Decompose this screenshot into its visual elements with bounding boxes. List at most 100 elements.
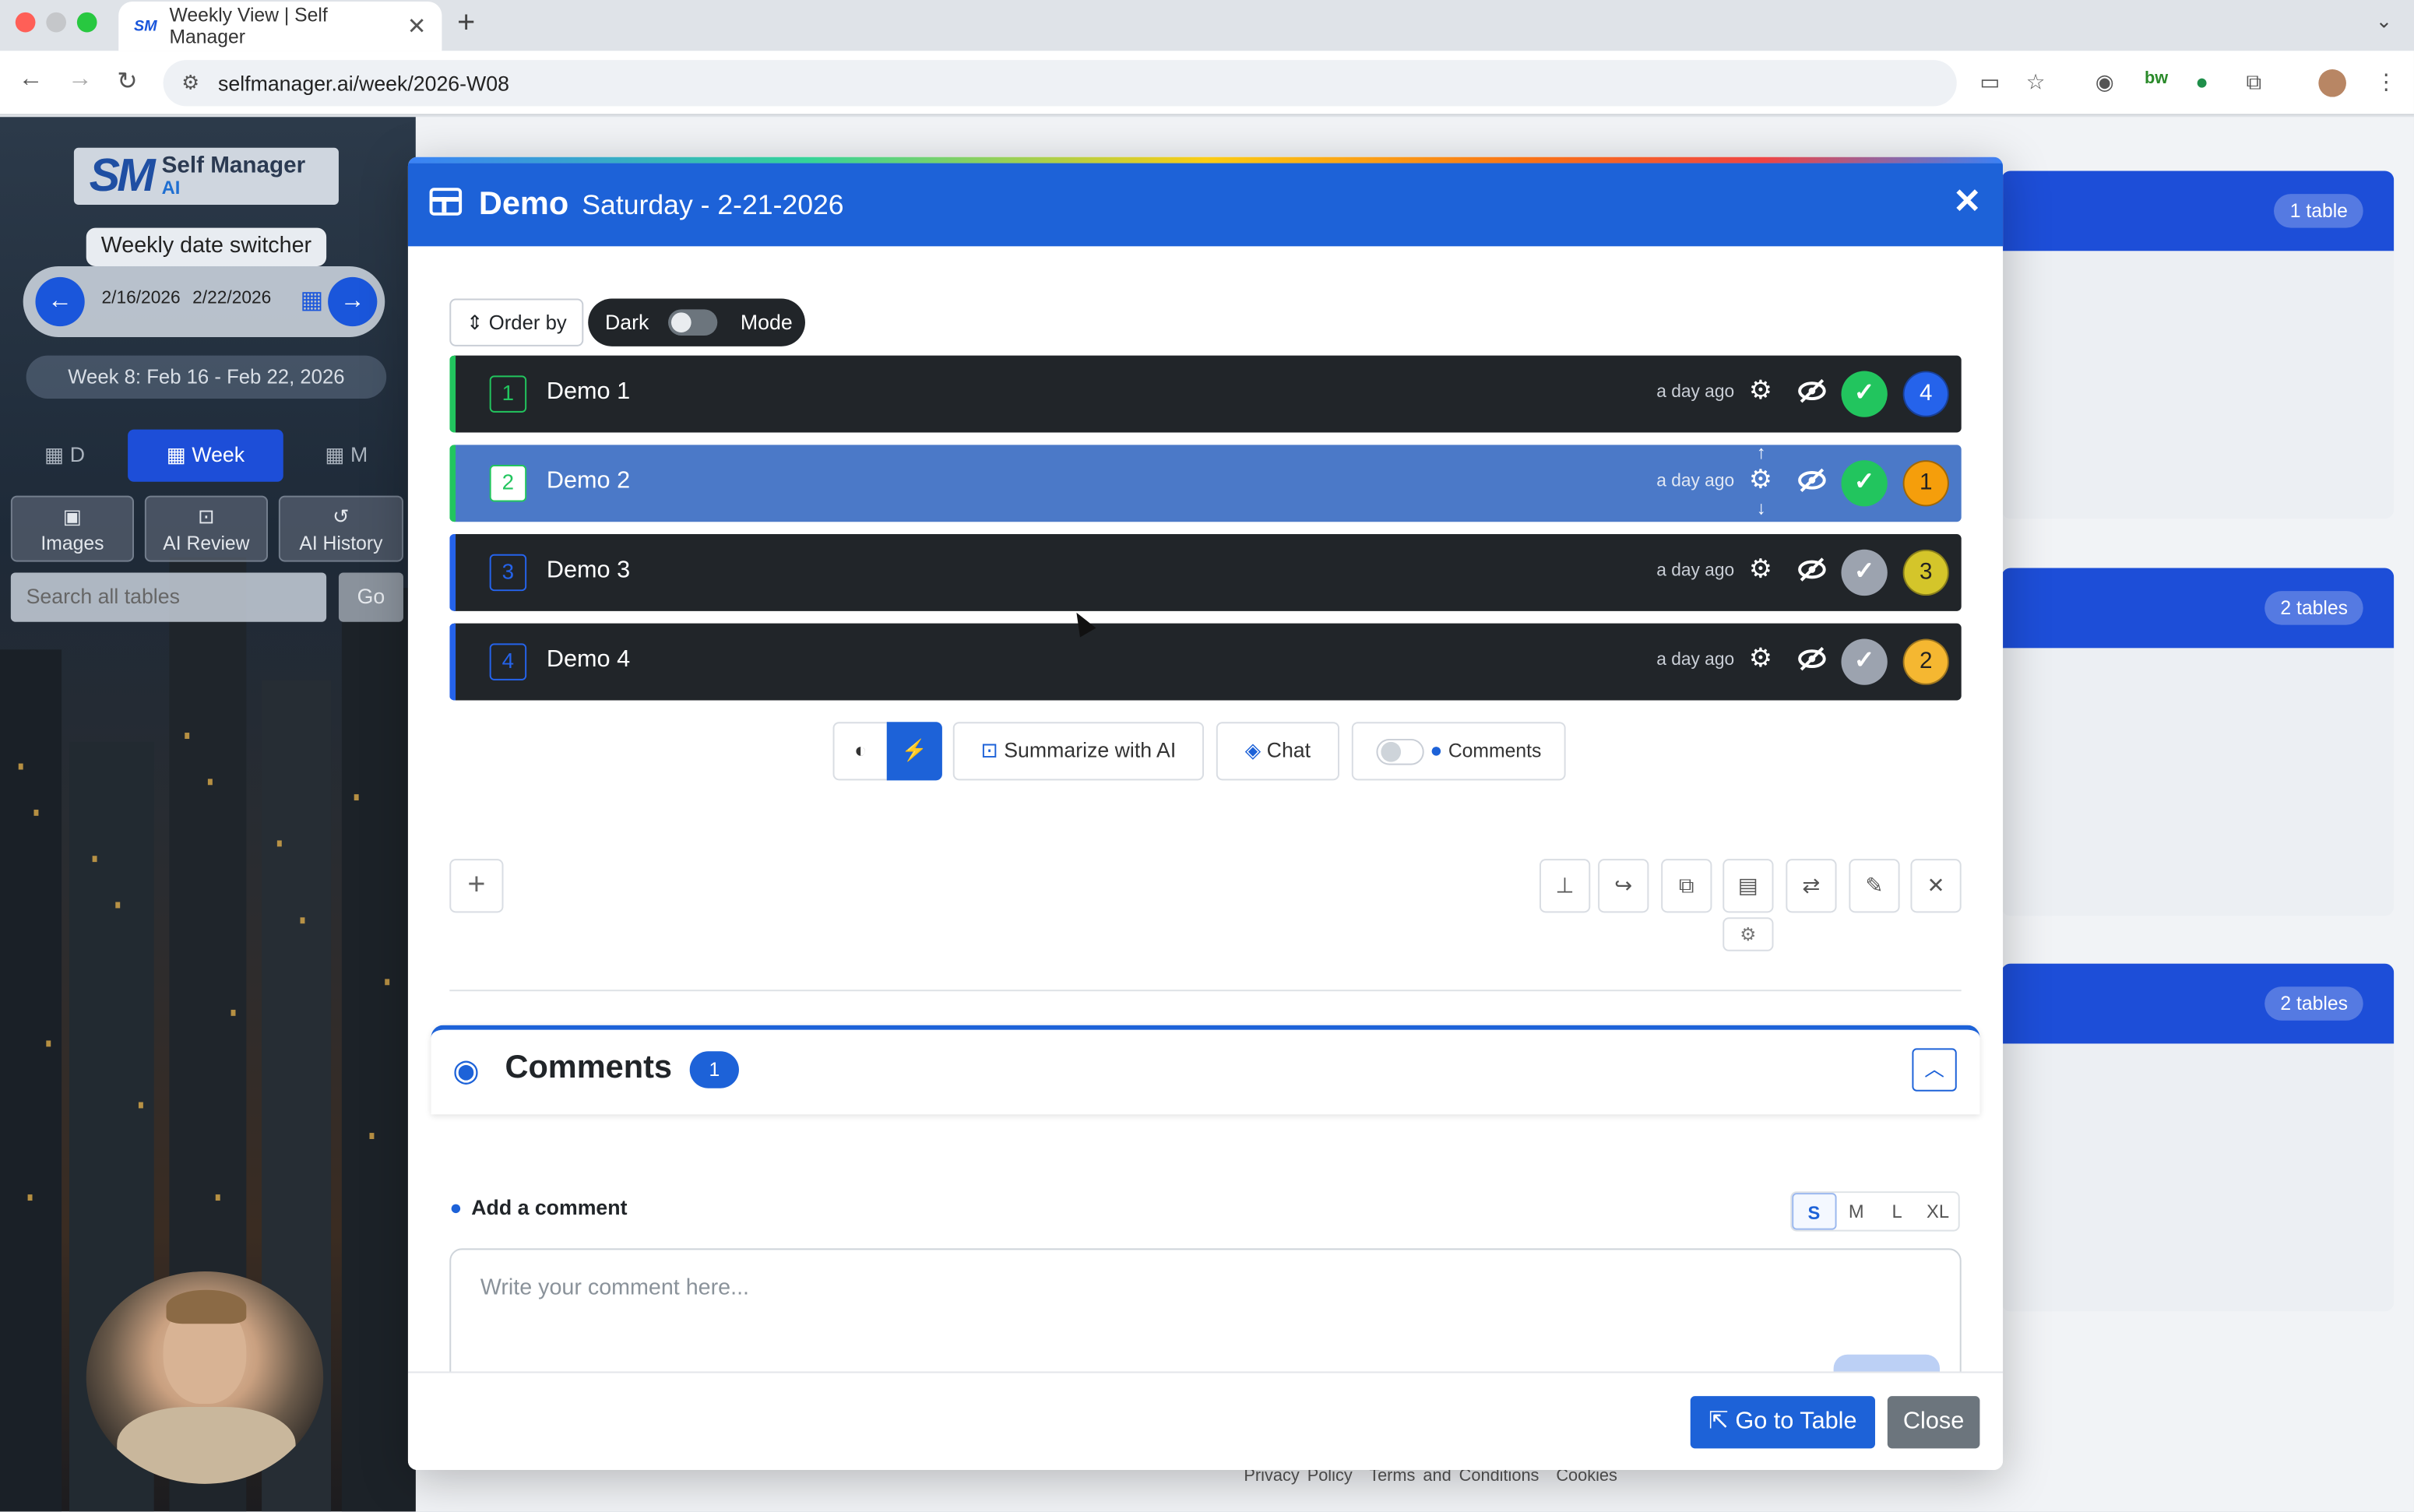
- background-day-card[interactable]: 2 tables: [2001, 568, 2395, 916]
- size-s-option[interactable]: S: [1792, 1193, 1836, 1230]
- priority-badge[interactable]: 4: [1902, 371, 1949, 417]
- complete-check-button[interactable]: ✓: [1841, 638, 1888, 685]
- collapse-comments-button[interactable]: ︿: [1912, 1048, 1957, 1092]
- row-title[interactable]: Demo 4: [547, 646, 630, 674]
- comments-toggle[interactable]: ● Comments: [1351, 722, 1566, 781]
- complete-check-button[interactable]: ✓: [1841, 371, 1888, 417]
- back-arrow-icon[interactable]: ←: [19, 66, 44, 94]
- size-xl-option[interactable]: XL: [1917, 1193, 1958, 1229]
- robot-icon: ⊡: [198, 505, 215, 529]
- search-go-button[interactable]: Go: [338, 572, 403, 622]
- row-settings-icon[interactable]: ⚙: [1749, 375, 1772, 406]
- row-title[interactable]: Demo 3: [547, 557, 630, 585]
- drag-handle-down-icon[interactable]: ↓: [1757, 498, 1766, 519]
- complete-check-button[interactable]: ✓: [1841, 460, 1888, 507]
- table-row[interactable]: 1 Demo 1 a day ago ⚙ ✓ 4: [449, 355, 1962, 433]
- forward-arrow-icon[interactable]: →: [68, 66, 93, 94]
- copy-to-button[interactable]: ▤: [1723, 859, 1774, 913]
- table-row[interactable]: 4 Demo 4 a day ago ⚙ ✓ 2: [449, 623, 1962, 701]
- tab-month[interactable]: ▦ M: [301, 430, 393, 482]
- camera-icon[interactable]: ◉: [2096, 69, 2114, 96]
- duplicate-button[interactable]: ⧉: [1661, 859, 1712, 913]
- summarize-ai-button[interactable]: ⊡ Summarize with AI: [952, 722, 1205, 781]
- previous-week-button[interactable]: ←: [35, 276, 85, 327]
- maximize-window-button[interactable]: [76, 12, 97, 33]
- dark-mode-switch[interactable]: [668, 309, 718, 336]
- browser-tab[interactable]: SM Weekly View | Self Manager ✕: [118, 1, 442, 51]
- site-settings-icon[interactable]: ⚙: [181, 71, 199, 96]
- dark-mode-toggle[interactable]: Dark Mode: [588, 298, 805, 346]
- install-app-icon[interactable]: ▭: [1979, 69, 2000, 96]
- move-button[interactable]: ⇄: [1786, 859, 1837, 913]
- calendar-month-icon: ▦: [325, 443, 351, 467]
- ai-review-button[interactable]: ⊡ AI Review: [144, 495, 268, 562]
- date-switcher-label: Weekly date switcher: [86, 227, 327, 267]
- quick-mode-button[interactable]: ⚡: [886, 722, 942, 781]
- search-all-tables-input[interactable]: Search all tables: [10, 572, 327, 622]
- share-icon: ↪: [1614, 872, 1633, 898]
- end-date-field[interactable]: 2/22/2026: [192, 290, 271, 308]
- modal-close-icon[interactable]: ✕: [1953, 181, 1981, 221]
- complete-check-button[interactable]: ✓: [1841, 549, 1888, 596]
- mode-label: Mode: [740, 311, 793, 335]
- close-button[interactable]: Close: [1887, 1396, 1980, 1449]
- tab-week[interactable]: ▦ Week: [128, 429, 283, 482]
- edit-button[interactable]: ✎: [1849, 859, 1900, 913]
- new-tab-button[interactable]: +: [457, 6, 475, 41]
- hide-eye-slash-icon[interactable]: [1795, 463, 1828, 505]
- comments-switch[interactable]: [1376, 738, 1424, 765]
- row-settings-icon[interactable]: ⚙: [1749, 554, 1772, 585]
- table-settings-button[interactable]: ⚙: [1723, 917, 1774, 951]
- extension-bw-icon[interactable]: bw: [2145, 69, 2168, 88]
- hide-eye-slash-icon[interactable]: [1795, 553, 1828, 594]
- start-date-field[interactable]: 2/16/2026: [101, 290, 180, 308]
- background-day-card[interactable]: 1 table: [2001, 171, 2395, 519]
- order-by-button[interactable]: ⇕ Order by: [449, 298, 584, 346]
- minimize-window-button[interactable]: [46, 12, 67, 33]
- calendar-icon[interactable]: ▦: [301, 285, 324, 316]
- delete-button[interactable]: ✕: [1910, 859, 1962, 913]
- week-label: Week 8: Feb 16 - Feb 22, 2026: [26, 355, 387, 399]
- close-window-button[interactable]: [15, 12, 36, 33]
- share-button[interactable]: ↪: [1598, 859, 1649, 913]
- table-row[interactable]: 2 Demo 2 a day ago ⚙ ✓ 1 ↑ ↓: [449, 441, 1962, 522]
- row-title[interactable]: Demo 1: [547, 378, 630, 406]
- close-tab-icon[interactable]: ✕: [407, 12, 427, 40]
- background-day-card[interactable]: 2 tables: [2001, 963, 2395, 1312]
- next-week-button[interactable]: →: [328, 276, 378, 327]
- row-settings-icon[interactable]: ⚙: [1749, 465, 1772, 496]
- row-settings-icon[interactable]: ⚙: [1749, 643, 1772, 674]
- priority-badge[interactable]: 1: [1902, 460, 1949, 507]
- row-timestamp: a day ago: [1656, 651, 1735, 670]
- tab-list-chevron-icon[interactable]: ⌄: [2376, 9, 2393, 34]
- brain-button[interactable]: ◐: [832, 722, 889, 781]
- size-m-option[interactable]: M: [1836, 1193, 1877, 1229]
- go-to-table-button[interactable]: ⇱ Go to Table: [1690, 1396, 1875, 1449]
- tab-day[interactable]: ▦ D: [19, 430, 111, 482]
- table-modal: Demo Saturday - 2-21-2026 ✕ ⇕ Order by D…: [407, 156, 2004, 1471]
- add-row-button[interactable]: +: [449, 859, 504, 913]
- grammarly-icon[interactable]: ●: [2195, 69, 2208, 94]
- dark-label: Dark: [604, 311, 649, 335]
- profile-avatar[interactable]: [2318, 69, 2346, 97]
- hide-eye-slash-icon[interactable]: [1795, 642, 1828, 683]
- comment-textarea[interactable]: Write your comment here...: [449, 1248, 1962, 1387]
- bookmark-star-icon[interactable]: ☆: [2026, 69, 2046, 96]
- pin-button[interactable]: ⊥: [1540, 859, 1591, 913]
- table-row[interactable]: 3 Demo 3 a day ago ⚙ ✓ 3: [449, 534, 1962, 611]
- size-l-option[interactable]: L: [1877, 1193, 1917, 1229]
- row-title[interactable]: Demo 2: [547, 468, 630, 496]
- chat-button[interactable]: ◈ Chat: [1216, 722, 1339, 781]
- ai-history-button[interactable]: ↺ AI History: [278, 495, 403, 562]
- browser-menu-icon[interactable]: ⋮: [2376, 69, 2398, 96]
- address-bar[interactable]: ⚙ selfmanager.ai/week/2026-W08: [163, 60, 1957, 107]
- priority-badge[interactable]: 2: [1902, 638, 1949, 685]
- images-button[interactable]: ▣ Images: [10, 495, 134, 562]
- priority-badge[interactable]: 3: [1902, 549, 1949, 596]
- reload-icon[interactable]: ↻: [117, 66, 138, 97]
- app-logo[interactable]: SM Self Manager AI: [73, 147, 339, 205]
- extensions-puzzle-icon[interactable]: ⧉: [2246, 69, 2261, 96]
- hide-eye-slash-icon[interactable]: [1795, 374, 1828, 415]
- drag-handle-up-icon[interactable]: ↑: [1757, 441, 1766, 463]
- table-count-badge: 1 table: [2274, 194, 2363, 228]
